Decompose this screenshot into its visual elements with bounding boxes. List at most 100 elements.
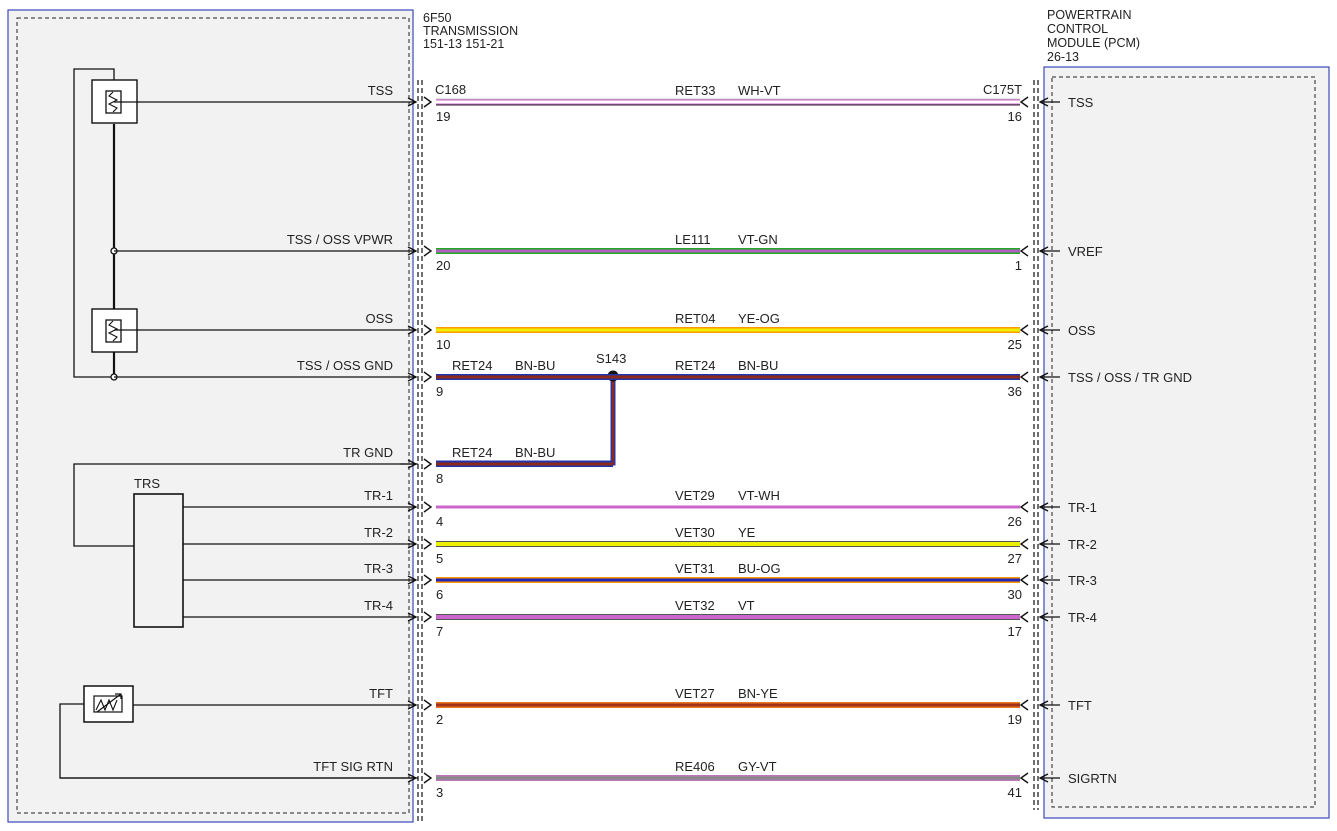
pcm-title-4: 26-13 xyxy=(1047,50,1079,64)
circuit-number-tr3: VET31 xyxy=(675,561,715,576)
circuit-number-tft: VET27 xyxy=(675,686,715,701)
transmission-pin-number-tftsigrtn: 3 xyxy=(436,785,443,800)
wire-color-gnd-pcm-side: BN-BU xyxy=(738,358,778,373)
transmission-pin-number-oss: 10 xyxy=(436,337,450,352)
pcm-pin-number-tr4: 17 xyxy=(1008,624,1022,639)
pin-chevron-left-trgnd xyxy=(423,458,433,470)
pcm-pin-number-tr2: 27 xyxy=(1008,551,1022,566)
pcm-pin-number-tr1: 26 xyxy=(1008,514,1022,529)
transmission-pin-label-tr1: TR-1 xyxy=(364,488,393,503)
pcm-pin-number-gnd: 36 xyxy=(1008,384,1022,399)
harness-wire-tss xyxy=(436,98,1020,106)
wire-color-oss: YE-OG xyxy=(738,311,780,326)
circuit-number-oss: RET04 xyxy=(675,311,715,326)
pin-chevron-left-oss xyxy=(423,324,433,336)
transmission-pin-label-tft: TFT xyxy=(369,686,393,701)
pin-chevron-right-gnd xyxy=(1019,371,1029,383)
transmission-pin-label-tr3: TR-3 xyxy=(364,561,393,576)
pin-chevron-right-oss xyxy=(1019,324,1029,336)
pin-chevron-right-tr2 xyxy=(1019,538,1029,550)
pcm-pin-label-tr3: TR-3 xyxy=(1068,573,1097,588)
pin-chevron-left-tr1 xyxy=(423,501,433,513)
splice-s143-label: S143 xyxy=(596,351,626,366)
connector-c168-label: C168 xyxy=(435,82,466,97)
tft-thermistor-icon xyxy=(83,685,134,723)
wire-color-tft: BN-YE xyxy=(738,686,778,701)
circuit-number-tr1: VET29 xyxy=(675,488,715,503)
pcm-pin-label-tr2: TR-2 xyxy=(1068,537,1097,552)
transmission-pin-number-tr3: 6 xyxy=(436,587,443,602)
transmission-title-2: TRANSMISSION xyxy=(423,24,518,38)
circuit-number-vpwr: LE111 xyxy=(675,232,711,247)
circuit-number-gnd: RET24 xyxy=(452,358,492,373)
pcm-title-3: MODULE (PCM) xyxy=(1047,36,1140,50)
pin-chevron-right-tr4 xyxy=(1019,611,1029,623)
pcm-pin-label-tftsigrtn: SIGRTN xyxy=(1068,771,1117,786)
transmission-pin-number-tr1: 4 xyxy=(436,514,443,529)
circuit-number-gnd-pcm-side: RET24 xyxy=(675,358,715,373)
transmission-pin-label-tftsigrtn: TFT SIG RTN xyxy=(313,759,393,774)
pin-chevron-left-tss xyxy=(423,96,433,108)
transmission-pin-number-tr4: 7 xyxy=(436,624,443,639)
transmission-module xyxy=(7,9,414,823)
wire-color-vpwr: VT-GN xyxy=(738,232,778,247)
transmission-pin-label-gnd: TSS / OSS GND xyxy=(297,358,393,373)
circuit-number-tr2: VET30 xyxy=(675,525,715,540)
pcm-pin-label-tft: TFT xyxy=(1068,698,1092,713)
transmission-pin-label-oss: OSS xyxy=(366,311,394,326)
transmission-pin-number-tft: 2 xyxy=(436,712,443,727)
pcm-pin-number-tftsigrtn: 41 xyxy=(1008,785,1022,800)
pcm-pin-label-tr4: TR-4 xyxy=(1068,610,1097,625)
wire-color-tr4: VT xyxy=(738,598,755,613)
wire-color-tss: WH-VT xyxy=(738,83,781,98)
transmission-pin-number-vpwr: 20 xyxy=(436,258,450,273)
pcm-pin-label-tr1: TR-1 xyxy=(1068,500,1097,515)
transmission-pin-label-vpwr: TSS / OSS VPWR xyxy=(287,232,393,247)
pcm-pin-number-oss: 25 xyxy=(1008,337,1022,352)
transmission-pin-label-trgnd: TR GND xyxy=(343,445,393,460)
pcm-pin-number-tss: 16 xyxy=(1008,109,1022,124)
pcm-pin-label-tss: TSS xyxy=(1068,95,1094,110)
pcm-pin-number-tft: 19 xyxy=(1008,712,1022,727)
wire-color-tftsigrtn: GY-VT xyxy=(738,759,777,774)
transmission-pin-number-tss: 19 xyxy=(436,109,450,124)
transmission-pin-number-tr2: 5 xyxy=(436,551,443,566)
pin-chevron-left-tr2 xyxy=(423,538,433,550)
pin-chevron-right-tss xyxy=(1019,96,1029,108)
transmission-title-3: 151-13 151-21 xyxy=(423,37,504,51)
wire-color-tr1: VT-WH xyxy=(738,488,780,503)
wire-color-tr2: YE xyxy=(738,525,756,540)
pin-chevron-left-tft xyxy=(423,699,433,711)
pin-chevron-left-tftsigrtn xyxy=(423,772,433,784)
pin-chevron-left-tr3 xyxy=(423,574,433,586)
transmission-title-1: 6F50 xyxy=(423,11,452,25)
wire-color-gnd: BN-BU xyxy=(515,358,555,373)
pin-chevron-right-tft xyxy=(1019,699,1029,711)
trs-label: TRS xyxy=(134,476,160,491)
transmission-pin-number-trgnd: 8 xyxy=(436,471,443,486)
pin-chevron-left-tr4 xyxy=(423,611,433,623)
trs-switch-block xyxy=(133,493,184,628)
pcm-title-1: POWERTRAIN xyxy=(1047,8,1132,22)
transmission-pin-label-tr2: TR-2 xyxy=(364,525,393,540)
wire-color-trgnd: BN-BU xyxy=(515,445,555,460)
wiring-diagram: 6F50 TRANSMISSION 151-13 151-21 POWERTRA… xyxy=(7,8,1330,823)
circuit-number-tftsigrtn: RE406 xyxy=(675,759,715,774)
pcm-pin-label-gnd: TSS / OSS / TR GND xyxy=(1068,370,1192,385)
pcm-pin-label-vpwr: VREF xyxy=(1068,244,1103,259)
pcm-title-2: CONTROL xyxy=(1047,22,1108,36)
circuit-number-tr4: VET32 xyxy=(675,598,715,613)
transmission-pin-label-tss: TSS xyxy=(368,83,394,98)
transmission-pin-number-gnd: 9 xyxy=(436,384,443,399)
transmission-pin-label-tr4: TR-4 xyxy=(364,598,393,613)
pin-chevron-right-tftsigrtn xyxy=(1019,772,1029,784)
pin-chevron-left-gnd xyxy=(423,371,433,383)
pcm-pin-number-tr3: 30 xyxy=(1008,587,1022,602)
wire-color-tr3: BU-OG xyxy=(738,561,781,576)
pcm-pin-number-vpwr: 1 xyxy=(1015,258,1022,273)
pcm-pin-label-oss: OSS xyxy=(1068,323,1096,338)
pin-chevron-right-vpwr xyxy=(1019,245,1029,257)
pin-chevron-left-vpwr xyxy=(423,245,433,257)
connector-c175t-label: C175T xyxy=(983,82,1022,97)
pin-chevron-right-tr3 xyxy=(1019,574,1029,586)
